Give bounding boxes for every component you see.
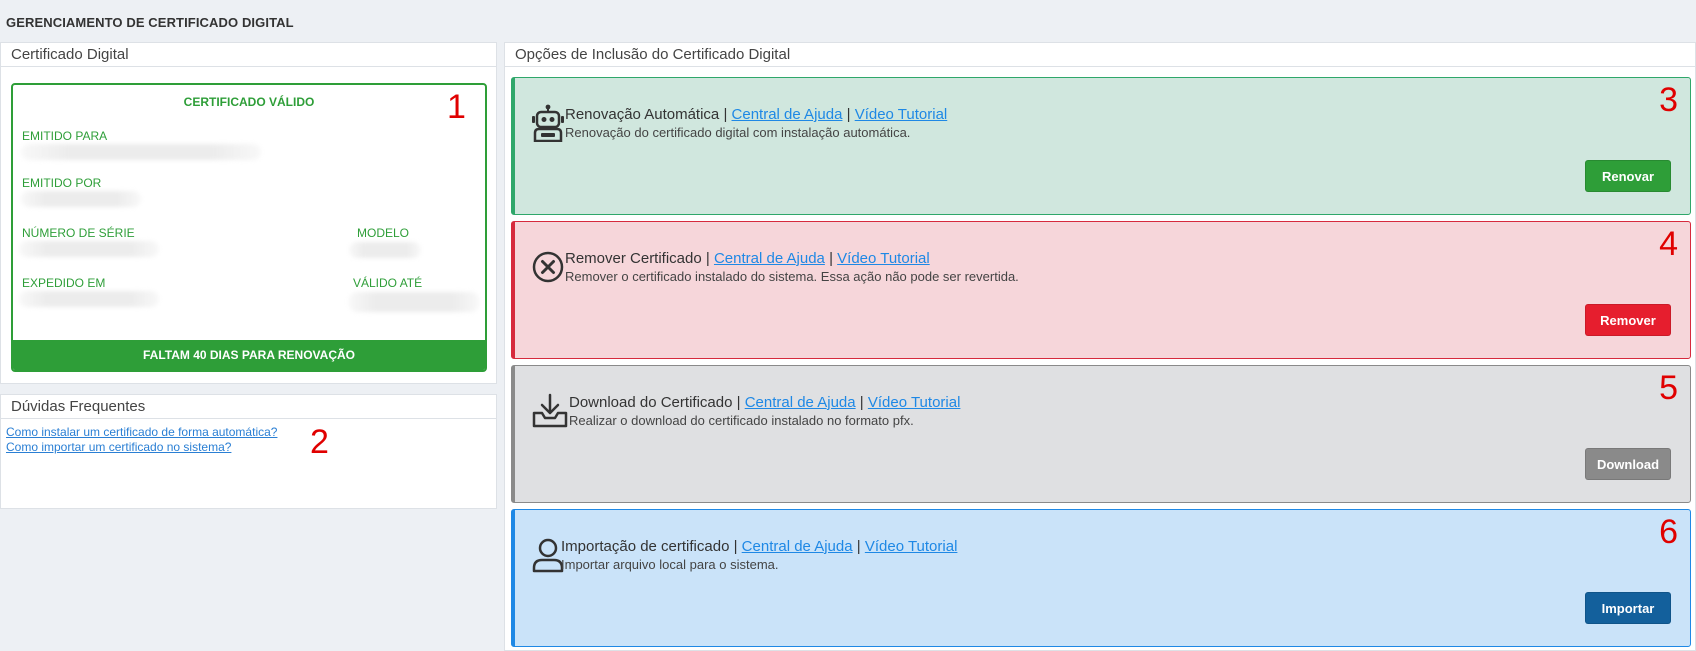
faq-link-import[interactable]: Como importar um certificado no sistema? bbox=[6, 440, 231, 454]
download-button[interactable]: Download bbox=[1585, 448, 1671, 480]
option-card-remove: Remover Certificado | Central de Ajuda |… bbox=[511, 221, 1691, 359]
certificate-card: CERTIFICADO VÁLIDO EMITIDO PARA EMITIDO … bbox=[11, 83, 487, 372]
renew-button[interactable]: Renovar bbox=[1585, 160, 1671, 192]
page-title: GERENCIAMENTO DE CERTIFICADO DIGITAL bbox=[6, 15, 294, 30]
video-tutorial-link-renewal[interactable]: Vídeo Tutorial bbox=[855, 106, 948, 123]
option-title-download: Download do Certificado | Central de Aju… bbox=[569, 394, 961, 411]
help-center-link-download[interactable]: Central de Ajuda bbox=[745, 394, 856, 411]
help-center-link-renewal[interactable]: Central de Ajuda bbox=[732, 106, 843, 123]
option-title-import: Importação de certificado | Central de A… bbox=[561, 538, 958, 555]
marker-1: 1 bbox=[447, 88, 466, 126]
valid-until-value-redacted bbox=[349, 292, 479, 312]
option-card-renewal: Renovação Automática | Central de Ajuda … bbox=[511, 77, 1691, 215]
certificate-panel-title: Certificado Digital bbox=[1, 43, 496, 67]
marker-3: 3 bbox=[1659, 81, 1678, 119]
issued-by-value-redacted bbox=[21, 191, 141, 207]
marker-4: 4 bbox=[1659, 225, 1678, 263]
option-card-download: Download do Certificado | Central de Aju… bbox=[511, 365, 1691, 503]
valid-until-label: VÁLIDO ATÉ bbox=[353, 276, 423, 290]
marker-2: 2 bbox=[310, 423, 329, 461]
issued-on-label: EXPEDIDO EM bbox=[22, 276, 106, 290]
issued-to-value-redacted bbox=[21, 144, 261, 160]
option-title-remove: Remover Certificado | Central de Ajuda |… bbox=[565, 250, 930, 267]
faq-panel-title: Dúvidas Frequentes bbox=[1, 395, 496, 419]
marker-6: 6 bbox=[1659, 513, 1678, 551]
marker-5: 5 bbox=[1659, 369, 1678, 407]
user-icon bbox=[532, 538, 564, 573]
import-button[interactable]: Importar bbox=[1585, 592, 1671, 624]
certificate-panel: Certificado Digital CERTIFICADO VÁLIDO E… bbox=[0, 42, 497, 384]
option-desc-remove: Remover o certificado instalado do siste… bbox=[565, 269, 1019, 284]
model-value-redacted bbox=[349, 242, 421, 258]
options-panel: Opções de Inclusão do Certificado Digita… bbox=[504, 42, 1696, 651]
option-card-import: Importação de certificado | Central de A… bbox=[511, 509, 1691, 647]
option-title-renewal: Renovação Automática | Central de Ajuda … bbox=[565, 106, 948, 123]
robot-icon bbox=[532, 104, 564, 142]
download-tray-icon bbox=[532, 393, 568, 428]
options-panel-title: Opções de Inclusão do Certificado Digita… bbox=[505, 43, 1695, 67]
help-center-link-import[interactable]: Central de Ajuda bbox=[742, 538, 853, 555]
option-desc-import: Importar arquivo local para o sistema. bbox=[561, 557, 779, 572]
issued-by-label: EMITIDO POR bbox=[22, 176, 102, 190]
option-desc-renewal: Renovação do certificado digital com ins… bbox=[565, 125, 911, 140]
issued-to-label: EMITIDO PARA bbox=[22, 129, 108, 143]
certificate-status: CERTIFICADO VÁLIDO bbox=[183, 95, 315, 109]
faq-panel: Dúvidas Frequentes Como instalar um cert… bbox=[0, 394, 497, 509]
help-center-link-remove[interactable]: Central de Ajuda bbox=[714, 250, 825, 267]
remove-button[interactable]: Remover bbox=[1585, 304, 1671, 336]
serial-label: NÚMERO DE SÉRIE bbox=[22, 226, 135, 240]
close-circle-icon bbox=[532, 251, 564, 283]
video-tutorial-link-import[interactable]: Vídeo Tutorial bbox=[865, 538, 958, 555]
video-tutorial-link-remove[interactable]: Vídeo Tutorial bbox=[837, 250, 930, 267]
option-desc-download: Realizar o download do certificado insta… bbox=[569, 413, 914, 428]
issued-on-value-redacted bbox=[19, 291, 159, 307]
video-tutorial-link-download[interactable]: Vídeo Tutorial bbox=[868, 394, 961, 411]
model-label: MODELO bbox=[357, 226, 410, 240]
faq-link-install-auto[interactable]: Como instalar um certificado de forma au… bbox=[6, 425, 277, 439]
renewal-countdown-bar: FALTAM 40 DIAS PARA RENOVAÇÃO bbox=[13, 340, 485, 370]
serial-value-redacted bbox=[19, 241, 159, 257]
